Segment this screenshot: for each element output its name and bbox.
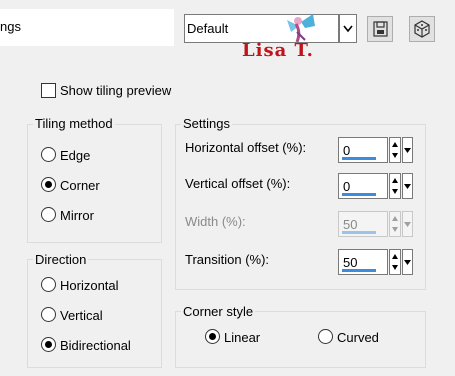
radio-horizontal-label: Horizontal	[60, 278, 119, 293]
transition-slider-bar[interactable]	[342, 269, 376, 272]
radio-vertical-label: Vertical	[60, 308, 103, 323]
radio-linear-label: Linear	[224, 330, 261, 345]
show-tiling-preview-label: Show tiling preview	[60, 83, 172, 98]
chevron-down-icon	[343, 25, 353, 33]
vertical-offset-slider-bar[interactable]	[342, 193, 376, 196]
transition-dropdown[interactable]	[402, 249, 413, 275]
radio-corner[interactable]	[41, 177, 56, 192]
save-preset-button[interactable]	[367, 16, 393, 42]
chevron-down-icon	[404, 260, 411, 265]
direction-title: Direction	[33, 252, 89, 267]
chevron-down-icon	[404, 222, 411, 227]
show-tiling-preview-checkbox[interactable]	[41, 83, 56, 98]
transition-label: Transition (%):	[185, 252, 270, 267]
up-down-arrows-icon	[392, 254, 398, 270]
radio-bidirectional-label: Bidirectional	[60, 338, 131, 353]
radio-edge[interactable]	[41, 147, 56, 162]
radio-corner-label: Corner	[60, 178, 100, 193]
title-field: ngs	[0, 9, 174, 46]
width-dropdown	[402, 211, 413, 237]
radio-edge-label: Edge	[60, 148, 91, 163]
width-input: 50	[338, 211, 388, 237]
radio-curved-label: Curved	[337, 330, 379, 345]
vertical-offset-label: Vertical offset (%):	[185, 176, 291, 191]
radio-linear[interactable]	[205, 329, 220, 344]
save-icon	[373, 21, 388, 37]
chevron-down-icon	[404, 148, 411, 153]
randomize-button[interactable]	[409, 16, 435, 42]
settings-title: Settings	[181, 116, 232, 131]
vertical-offset-input[interactable]: 0	[338, 173, 388, 199]
horizontal-offset-spinner[interactable]	[389, 137, 401, 163]
up-down-arrows-icon	[392, 142, 398, 158]
radio-curved[interactable]	[318, 329, 333, 344]
radio-bidirectional[interactable]	[41, 337, 56, 352]
preset-dropdown-arrow[interactable]	[339, 14, 357, 43]
preset-value: Default	[187, 21, 229, 36]
randomize-dice-icon	[414, 20, 430, 38]
radio-mirror[interactable]	[41, 207, 56, 222]
width-label: Width (%):	[185, 214, 246, 229]
title-fragment: ngs	[0, 19, 21, 34]
radio-mirror-label: Mirror	[60, 208, 94, 223]
radio-horizontal[interactable]	[41, 277, 56, 292]
transition-value: 50	[343, 255, 358, 270]
transition-input[interactable]: 50	[338, 249, 388, 275]
horizontal-offset-value: 0	[343, 143, 351, 158]
chevron-down-icon	[404, 184, 411, 189]
watermark-text: Lisa T.	[242, 40, 314, 61]
horizontal-offset-dropdown[interactable]	[402, 137, 413, 163]
radio-vertical[interactable]	[41, 307, 56, 322]
vertical-offset-value: 0	[343, 179, 351, 194]
tiling-method-title: Tiling method	[33, 116, 115, 131]
vertical-offset-dropdown[interactable]	[402, 173, 413, 199]
vertical-offset-spinner[interactable]	[389, 173, 401, 199]
up-down-arrows-icon	[392, 216, 398, 232]
horizontal-offset-slider-bar[interactable]	[342, 157, 376, 160]
corner-style-title: Corner style	[181, 304, 256, 319]
transition-spinner[interactable]	[389, 249, 401, 275]
width-spinner	[389, 211, 401, 237]
width-value: 50	[343, 217, 358, 232]
horizontal-offset-label: Horizontal offset (%):	[185, 140, 307, 155]
horizontal-offset-input[interactable]: 0	[338, 137, 388, 163]
up-down-arrows-icon	[392, 178, 398, 194]
width-slider-bar	[342, 231, 376, 234]
